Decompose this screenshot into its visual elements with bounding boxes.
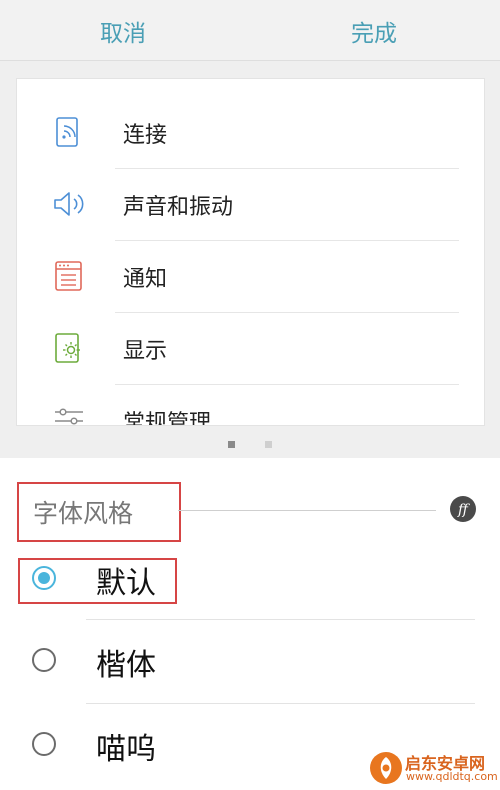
watermark: 启东安卓网 www.qdldtq.com <box>366 747 500 790</box>
notification-icon <box>53 259 85 293</box>
speaker-icon <box>53 187 85 221</box>
preview-card[interactable]: 连接 声音和振动 通知 显示 常规管理 <box>16 78 485 426</box>
connection-icon <box>53 115 85 149</box>
font-option-kaiti[interactable]: 楷体 <box>0 620 500 704</box>
radio-icon[interactable] <box>32 648 56 672</box>
font-option-label: 楷体 <box>96 648 156 683</box>
preview-item-label: 通知 <box>123 267 168 292</box>
font-preview-area: 连接 声音和振动 通知 显示 常规管理 <box>0 61 500 458</box>
cancel-button[interactable]: 取消 <box>100 14 146 48</box>
display-icon <box>53 331 85 365</box>
highlight-box <box>17 482 181 542</box>
preview-item-display: 显示 <box>17 313 484 385</box>
section-divider <box>178 510 436 511</box>
preview-item-general: 常规管理 <box>17 385 484 426</box>
font-option-default[interactable]: 默认 <box>0 536 500 620</box>
preview-item-label: 常规管理 <box>123 411 212 426</box>
preview-item-sound: 声音和振动 <box>17 169 484 241</box>
page-indicator <box>0 433 500 452</box>
font-download-icon[interactable]: ff <box>449 495 477 523</box>
preview-item-label: 显示 <box>123 339 168 364</box>
font-style-header: 字体风格 ff <box>0 478 500 542</box>
watermark-logo-icon <box>370 752 402 784</box>
page-dot[interactable] <box>265 441 272 448</box>
page-dot-active[interactable] <box>228 441 235 448</box>
font-option-label: 喵呜 <box>96 732 156 767</box>
top-bar: 取消 完成 <box>0 0 500 61</box>
done-button[interactable]: 完成 <box>351 14 397 48</box>
radio-icon[interactable] <box>32 732 56 756</box>
preview-item-connections: 连接 <box>17 97 484 169</box>
radio-selected-icon[interactable] <box>32 566 56 590</box>
watermark-url: www.qdldtq.com <box>406 770 498 783</box>
preview-item-label: 声音和振动 <box>123 195 234 220</box>
preview-item-notifications: 通知 <box>17 241 484 313</box>
font-option-label: 默认 <box>96 566 156 601</box>
sliders-icon <box>53 403 85 425</box>
preview-item-label: 连接 <box>123 123 168 148</box>
